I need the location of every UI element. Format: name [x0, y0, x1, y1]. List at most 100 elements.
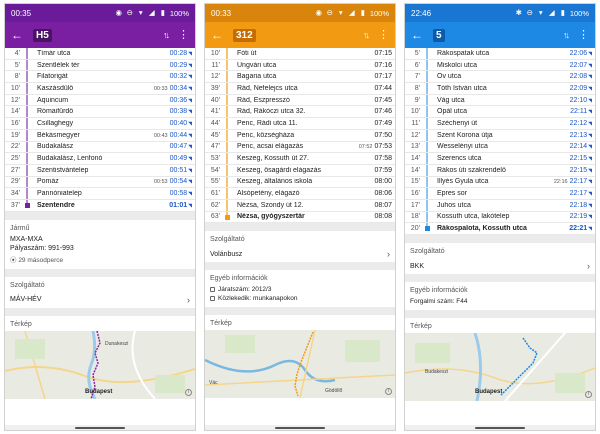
stop-row[interactable]: 14' Szerencs utca 22:15◥	[405, 153, 595, 165]
stop-row[interactable]: 54' Keszeg, ösagárdi elágazás 07:59	[205, 164, 395, 177]
operator-section[interactable]: Szolgáltató Volánbusz ›	[205, 231, 395, 263]
stop-row[interactable]: 25' Budakalász, Lenfonó 00:49◥	[5, 153, 195, 165]
stop-row[interactable]: 11' Széchenyi út 22:12◥	[405, 118, 595, 130]
route-map[interactable]: Dunakeszi Budapest i	[5, 330, 195, 399]
content-scroll[interactable]: 4' Tímár utca 00:28◥ 5' Szentlélek tér 00:29◥…	[5, 48, 195, 425]
stop-row[interactable]: 6' Miskolci utca 22:07◥	[405, 59, 595, 72]
stop-row[interactable]: 62' Nézsa, Szondy út 12. 08:07	[205, 199, 395, 212]
stop-row[interactable]: 34' Pannóniatelep 00:58◥	[5, 188, 195, 200]
content-scroll[interactable]: 5' Rákospatak utca 22:06◥ 6' Miskolci utca 22…	[405, 48, 595, 425]
departure-time: 07:50	[374, 131, 392, 139]
stop-minutes: 13'	[410, 143, 420, 151]
stop-name: Filatorigát	[37, 73, 68, 81]
stop-row[interactable]: 29' Pomáz 00:53 00:54◥	[5, 176, 195, 189]
sort-icon[interactable]: ↑↓	[363, 30, 370, 40]
stop-row[interactable]: 41' Rád, Rákóczi utca 32. 07:46	[205, 106, 395, 119]
content-scroll[interactable]: 10' Fóti út 07:15 11' Ungvári utca 07:16 12' Ba…	[205, 48, 395, 425]
status-icons: ✱ ⊖ ▾ ◢ ▮ 100%	[515, 9, 589, 18]
back-arrow-icon[interactable]: ←	[11, 29, 27, 41]
stop-row[interactable]: 18' Kossuth utca, lakótelep 22:19◥	[405, 211, 595, 224]
stop-minutes: 8'	[414, 84, 420, 92]
stop-row[interactable]: 12' Aquincum 00:36◥	[5, 94, 195, 107]
stop-row[interactable]: 45' Penc, községháza 07:50	[205, 129, 395, 142]
stop-row[interactable]: 20' Rákospalota, Kossuth utca 22:21◥	[405, 223, 595, 235]
stop-row[interactable]: 12' Bagaria utca 07:17	[205, 71, 395, 84]
status-bar: 22:46 ✱ ⊖ ▾ ◢ ▮ 100%	[405, 4, 595, 22]
operator-section[interactable]: Szolgáltató MÁV-HÉV ›	[5, 276, 195, 308]
stop-row[interactable]: 22' Budakalász 00:47◥	[5, 141, 195, 154]
stop-row[interactable]: 12' Szent Korona útja 22:13◥	[405, 129, 595, 142]
info-icon[interactable]: i	[185, 388, 192, 396]
route-badge: H5	[33, 28, 52, 42]
stop-row[interactable]: 39' Rád, Nefelejcs utca 07:44	[205, 83, 395, 95]
stop-row[interactable]: 10' Opál utca 22:11◥	[405, 106, 595, 119]
scheduled-time: 00:53	[153, 179, 168, 186]
route-map[interactable]: Budakeszi Budapest i	[405, 333, 595, 401]
stop-row[interactable]: 10' Fóti út 07:15	[205, 48, 395, 60]
stop-row[interactable]: 27' Szentistvántelep 00:51◥	[5, 164, 195, 177]
bus-icon	[210, 287, 215, 293]
realtime-signal-icon: ◥	[588, 62, 592, 69]
more-menu-icon[interactable]: ⋮	[378, 29, 389, 41]
operator-row[interactable]: BKK ›	[405, 258, 595, 274]
stop-row[interactable]: 61' Alsópetény, elágazó 08:06	[205, 188, 395, 200]
chevron-right-icon: ›	[587, 261, 590, 271]
stop-row[interactable]: 15' Illyés Gyula utca 22:16 22:17◥	[405, 176, 595, 189]
stop-minutes: 14'	[410, 166, 420, 174]
sort-icon[interactable]: ↑↓	[163, 30, 170, 40]
stop-name: Öv utca	[437, 73, 462, 81]
stop-row[interactable]: 47' Penc, acsai elágazás 07:52 07:53	[205, 141, 395, 154]
location-icon: ◉	[315, 8, 323, 17]
operator-section[interactable]: Szolgáltató BKK ›	[405, 243, 595, 274]
stop-row[interactable]: 53' Keszeg, Kossuth út 27. 07:58	[205, 153, 395, 165]
stop-row[interactable]: 14' Rómaifürdő 00:38◥	[5, 106, 195, 119]
home-pill[interactable]	[475, 427, 525, 429]
stop-row[interactable]: 9' Vág utca 22:10◥	[405, 94, 595, 107]
route-track	[422, 153, 434, 164]
battery-icon: ▮	[360, 8, 365, 17]
stop-row[interactable]: 5' Szentlélek tér 00:29◥	[5, 59, 195, 72]
stop-row[interactable]: 10' Kaszásdűlő 00:33 00:34◥	[5, 83, 195, 95]
home-pill[interactable]	[75, 427, 125, 429]
back-arrow-icon[interactable]: ←	[411, 29, 427, 41]
stop-row[interactable]: 16' Csillaghegy 00:40◥	[5, 118, 195, 130]
stop-row[interactable]: 4' Tímár utca 00:28◥	[5, 48, 195, 60]
stop-row[interactable]: 5' Rákospatak utca 22:06◥	[405, 48, 595, 60]
stop-time: 00:28◥	[170, 50, 195, 57]
route-map[interactable]: Vác Gödöllő i	[205, 330, 395, 399]
stop-row[interactable]: 17' Juhos utca 22:18◥	[405, 199, 595, 212]
stop-minutes: 53'	[210, 155, 220, 163]
operator-row[interactable]: MÁV-HÉV ›	[5, 292, 195, 308]
signal-icon: ◢	[548, 8, 555, 17]
realtime-signal-icon: ◥	[588, 226, 592, 233]
stop-row[interactable]: 8' Tóth István utca 22:09◥	[405, 83, 595, 95]
stop-row[interactable]: 55' Keszeg, általános iskola 08:00	[205, 176, 395, 189]
stop-row[interactable]: 63' Nézsa, gyógyszertár 08:08	[205, 211, 395, 224]
info-icon[interactable]: i	[585, 391, 592, 398]
stop-name: Bagaria utca	[237, 73, 277, 81]
more-menu-icon[interactable]: ⋮	[178, 29, 189, 41]
map-title: Térkép	[410, 323, 432, 330]
info-line: Járatszám: 2012/3	[205, 285, 395, 294]
route-track	[422, 71, 434, 83]
home-pill[interactable]	[275, 427, 325, 429]
stop-row[interactable]: 16' Epres sor 22:17◥	[405, 188, 595, 200]
more-menu-icon[interactable]: ⋮	[578, 29, 589, 41]
sort-icon[interactable]: ↑↓	[563, 30, 570, 40]
stop-row[interactable]: 44' Penc, Rádi utca 11. 07:49	[205, 118, 395, 130]
stop-row[interactable]: 7' Öv utca 22:08◥	[405, 71, 595, 84]
back-arrow-icon[interactable]: ←	[211, 29, 227, 41]
stop-row[interactable]: 13' Wesselényi utca 22:14◥	[405, 141, 595, 154]
stop-row[interactable]: 40' Rád, Eszpresszó 07:45	[205, 94, 395, 107]
stop-name: Szent Korona útja	[437, 131, 493, 139]
route-track	[22, 141, 34, 153]
operator-row[interactable]: Volánbusz ›	[205, 246, 395, 262]
stop-row[interactable]: 19' Békásmegyer 00:43 00:44◥	[5, 129, 195, 142]
stop-time: 00:53 00:54◥	[154, 178, 195, 185]
stop-row[interactable]: 14' Rákos úti szakrendelő 22:15◥	[405, 164, 595, 177]
stop-row[interactable]: 37' Szentendre 01:01◥	[5, 199, 195, 212]
stop-row[interactable]: 8' Filatorigát 00:32◥	[5, 71, 195, 84]
stop-row[interactable]: 11' Ungvári utca 07:16	[205, 59, 395, 72]
stop-name: Rákospatak utca	[437, 49, 490, 57]
stop-time: 08:08	[374, 213, 395, 220]
